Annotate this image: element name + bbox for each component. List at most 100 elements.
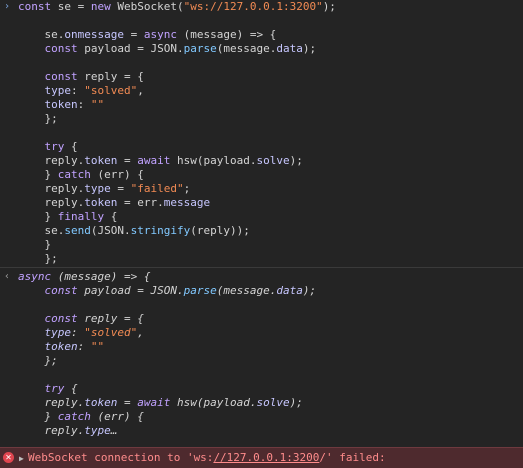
code-line: try { bbox=[18, 382, 523, 396]
code-line: const reply = { bbox=[18, 312, 523, 326]
code-token: try bbox=[44, 140, 65, 153]
code-token: "ws://127.0.0.1:3200" bbox=[183, 0, 323, 13]
code-token: parse bbox=[183, 284, 217, 297]
code-token: ); bbox=[289, 154, 303, 167]
code-token: "solved" bbox=[84, 326, 138, 339]
entry-separator bbox=[0, 267, 523, 268]
code-token: reply = { bbox=[77, 312, 144, 325]
code-token: "solved" bbox=[84, 84, 138, 97]
code-token: = bbox=[123, 28, 144, 41]
code-token: new bbox=[90, 0, 111, 13]
code-token: const bbox=[44, 312, 78, 325]
code-token: (reply)); bbox=[190, 224, 250, 237]
code-token: }; bbox=[18, 112, 58, 125]
code-line: const se = new WebSocket("ws://127.0.0.1… bbox=[18, 0, 523, 14]
code-token: WebSocket( bbox=[110, 0, 184, 13]
error-x-icon: ✕ bbox=[3, 452, 14, 463]
code-token: token bbox=[84, 196, 118, 209]
code-token: (message) => { bbox=[51, 270, 151, 283]
code-line: token: "" bbox=[18, 340, 523, 354]
code-token: const bbox=[44, 70, 78, 83]
code-token: } bbox=[18, 168, 58, 181]
code-token: }; bbox=[18, 354, 58, 367]
expand-triangle-icon[interactable]: ▶ bbox=[19, 452, 24, 465]
code-token: stringify bbox=[130, 224, 191, 237]
code-line: token: "" bbox=[18, 98, 523, 112]
code-line: } finally { bbox=[18, 210, 523, 224]
code-token: } bbox=[18, 410, 58, 423]
error-prefix: WebSocket connection to 'ws: bbox=[28, 451, 214, 464]
code-line: reply.token = await hsw(payload.solve); bbox=[18, 396, 523, 410]
code-token: const bbox=[44, 42, 78, 55]
code-token: : bbox=[71, 84, 85, 97]
code-token: token bbox=[44, 340, 78, 353]
code-line: } catch (err) { bbox=[18, 410, 523, 424]
code-token: solve bbox=[256, 396, 290, 409]
code-token: ; bbox=[183, 182, 191, 195]
code-token: reply. bbox=[18, 154, 85, 167]
code-token: = bbox=[117, 396, 138, 409]
code-token: ); bbox=[322, 0, 336, 13]
input-code-block: const se = new WebSocket("ws://127.0.0.1… bbox=[18, 0, 523, 266]
code-token: finally bbox=[57, 210, 105, 223]
code-line: se.send(JSON.stringify(reply)); bbox=[18, 224, 523, 238]
code-token: : bbox=[71, 326, 85, 339]
code-token: }; bbox=[18, 252, 58, 265]
code-token: (message. bbox=[216, 42, 277, 55]
code-token: "failed" bbox=[130, 182, 184, 195]
input-prompt-icon: › bbox=[4, 1, 11, 12]
code-line: async (message) => { bbox=[18, 270, 523, 284]
code-token: const bbox=[44, 284, 78, 297]
error-message-row[interactable]: ✕ ▶ WebSocket connection to 'ws://127.0.… bbox=[0, 447, 523, 468]
code-token: … bbox=[110, 424, 118, 437]
code-token: message bbox=[163, 196, 211, 209]
code-line: } bbox=[18, 238, 523, 252]
code-token: payload = JSON. bbox=[77, 284, 184, 297]
code-token: catch bbox=[57, 410, 91, 423]
code-token: async bbox=[143, 28, 177, 41]
code-line: type: "solved", bbox=[18, 84, 523, 98]
code-token: se. bbox=[18, 224, 65, 237]
code-token: const bbox=[18, 0, 52, 13]
code-token: ); bbox=[289, 396, 303, 409]
code-token: = bbox=[117, 154, 138, 167]
code-line: se.onmessage = async (message) => { bbox=[18, 28, 523, 42]
code-line: const payload = JSON.parse(message.data)… bbox=[18, 42, 523, 56]
code-token: async bbox=[18, 270, 52, 283]
code-token: { bbox=[104, 210, 118, 223]
code-line: type: "solved", bbox=[18, 326, 523, 340]
code-token: ); bbox=[302, 284, 317, 297]
code-token: try bbox=[44, 382, 65, 395]
code-token: "" bbox=[90, 340, 105, 353]
code-token: ); bbox=[302, 42, 317, 55]
code-token: catch bbox=[57, 168, 91, 181]
error-url-link[interactable]: //127.0.0.1:3200 bbox=[213, 451, 319, 464]
code-token: } bbox=[18, 238, 52, 251]
code-line: reply.token = await hsw(payload.solve); bbox=[18, 154, 523, 168]
code-token: se. bbox=[18, 28, 65, 41]
code-token: { bbox=[64, 382, 78, 395]
code-line: const reply = { bbox=[18, 70, 523, 84]
code-token: } bbox=[18, 210, 58, 223]
code-token: token bbox=[84, 154, 118, 167]
code-line: }; bbox=[18, 354, 523, 368]
code-token: { bbox=[64, 140, 78, 153]
code-token: (message. bbox=[216, 284, 277, 297]
code-token: : bbox=[77, 340, 91, 353]
code-token: (message) => { bbox=[176, 28, 277, 41]
code-token: = bbox=[110, 182, 131, 195]
output-return-icon: ‹ bbox=[4, 271, 11, 282]
code-token: (JSON. bbox=[90, 224, 131, 237]
code-token: reply. bbox=[18, 196, 85, 209]
